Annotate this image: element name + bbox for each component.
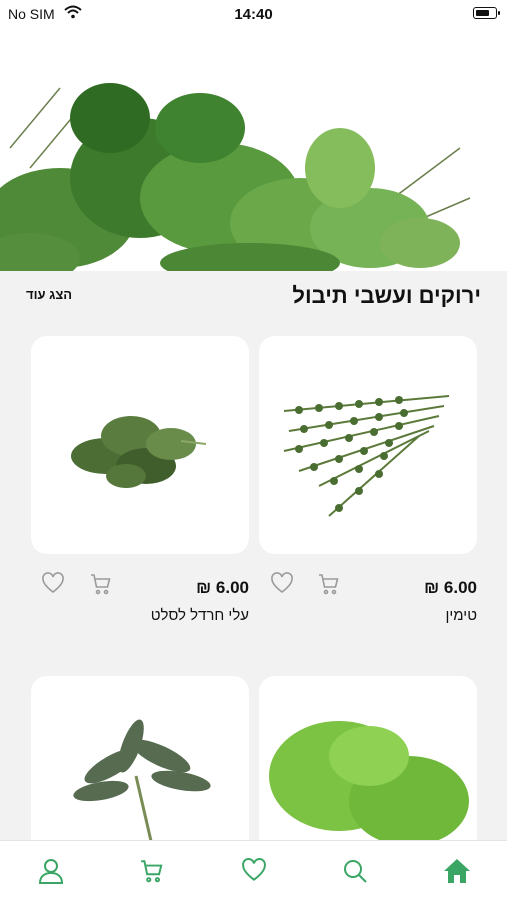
product-image-lettuce[interactable] [259, 676, 477, 846]
show-more-link[interactable]: הצג עוד [26, 287, 72, 302]
search-icon[interactable] [338, 854, 372, 888]
hero-banner-herbs[interactable] [0, 28, 507, 271]
product-name: עלי חרדל לסלט [150, 607, 249, 624]
cart-icon[interactable] [135, 854, 169, 888]
product-name: טימין [445, 607, 478, 624]
user-icon[interactable] [34, 854, 68, 888]
battery-icon [473, 7, 500, 19]
favorite-heart-icon[interactable] [270, 572, 294, 601]
status-bar: No SIM 14:40 [0, 0, 507, 28]
product-image-thyme[interactable] [259, 336, 477, 554]
product-image-mustard-greens[interactable] [31, 336, 249, 554]
product-price: 6.00 ₪ [424, 578, 477, 597]
section-header: ירוקים ועשבי תיבול הצג עוד [0, 271, 507, 321]
heart-icon[interactable] [237, 854, 271, 888]
favorite-heart-icon[interactable] [41, 572, 65, 601]
home-icon[interactable] [440, 854, 474, 888]
section-title: ירוקים ועשבי תיבול [292, 283, 481, 308]
bottom-tab-bar [0, 840, 507, 901]
add-to-cart-icon[interactable] [89, 572, 113, 601]
product-price: 6.00 ₪ [196, 578, 249, 597]
clock: 14:40 [234, 6, 273, 23]
add-to-cart-icon[interactable] [317, 572, 341, 601]
product-image-sage[interactable] [31, 676, 249, 846]
